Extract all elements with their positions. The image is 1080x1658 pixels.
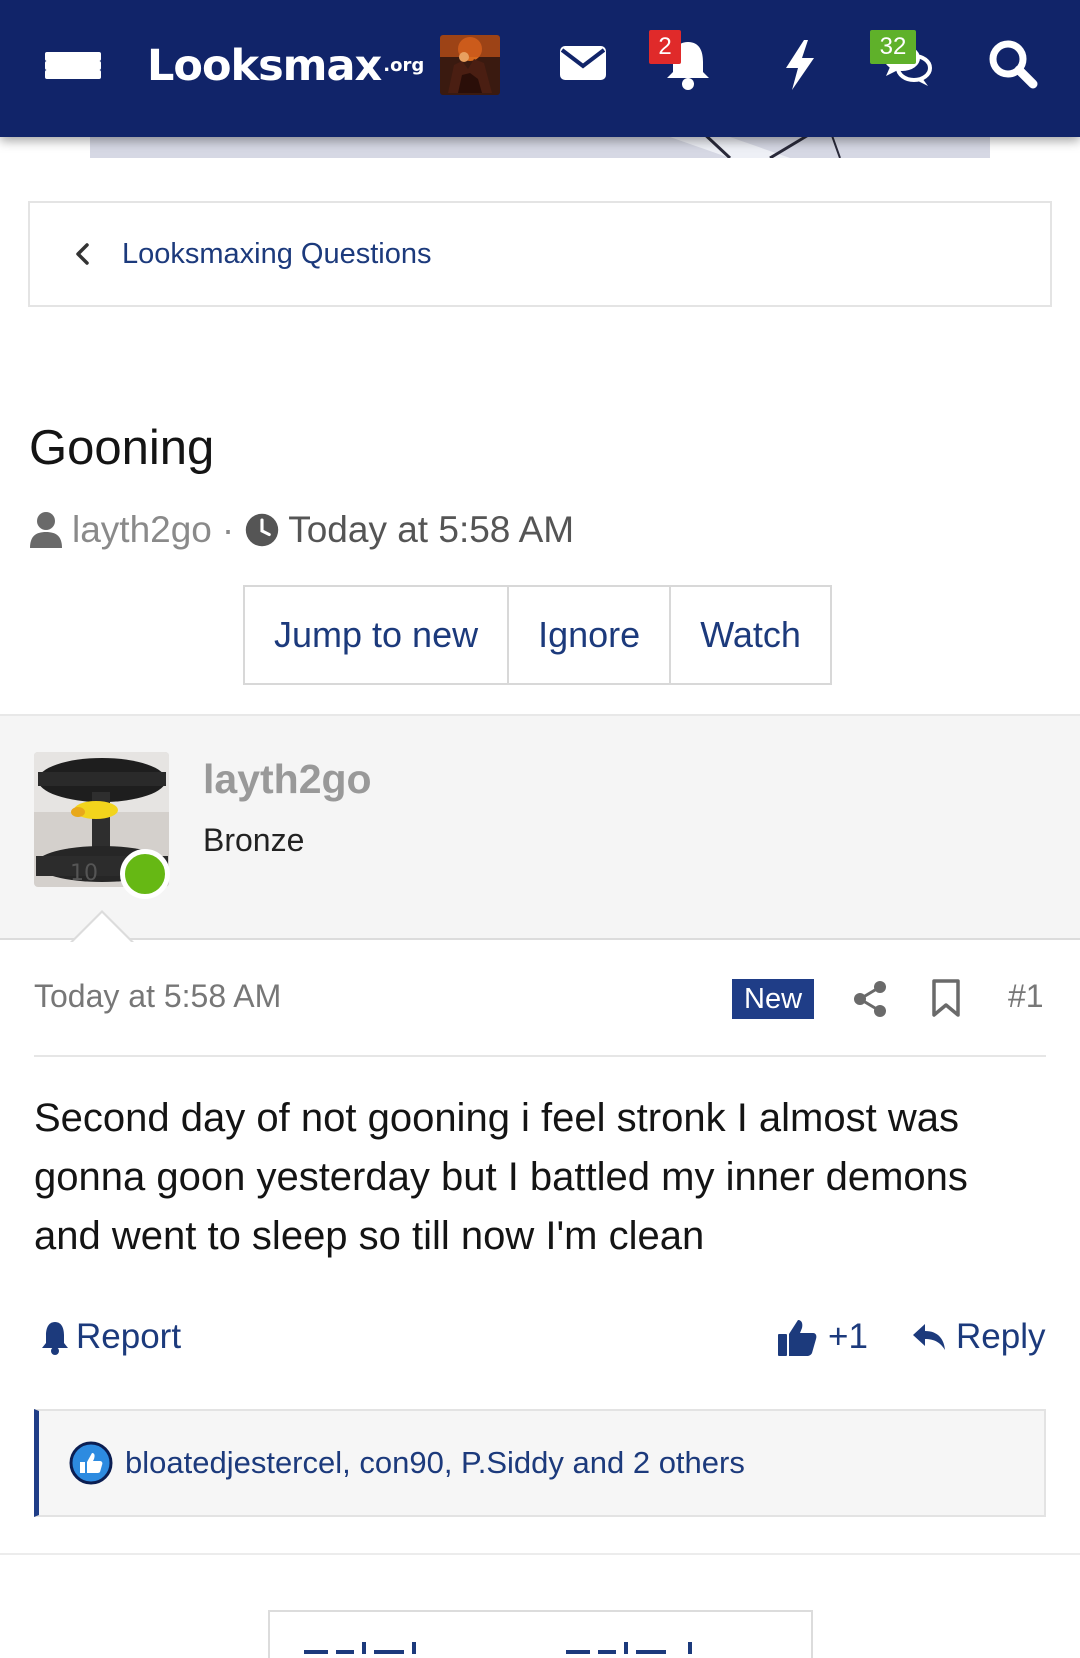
top-navigation-bar: Looksmax .org 2 32: [0, 0, 1080, 137]
logo-text: Looksmax: [147, 41, 382, 91]
report-label: Report: [76, 1317, 182, 1356]
thumbs-up-icon: [778, 1320, 817, 1356]
reply-icon: [913, 1324, 945, 1350]
menu-icon[interactable]: [44, 38, 102, 92]
breadcrumb-label[interactable]: Looksmaxing Questions: [122, 238, 432, 271]
breadcrumb[interactable]: Looksmaxing Questions: [28, 201, 1052, 307]
meta-separator: ·: [221, 509, 235, 550]
share-icon[interactable]: [852, 979, 888, 1019]
search-icon[interactable]: [983, 34, 1043, 94]
ignore-button[interactable]: Ignore: [507, 587, 670, 683]
reply-button[interactable]: Reply: [910, 1314, 1045, 1360]
new-badge: New: [732, 979, 815, 1019]
avatar[interactable]: [440, 35, 500, 95]
online-status-indicator: [120, 849, 170, 899]
user-rank: Bronze: [203, 822, 305, 858]
thread-meta: layth2go · Today at 5:58 AM: [28, 506, 574, 554]
site-logo[interactable]: Looksmax .org: [147, 36, 424, 96]
post-timestamp[interactable]: Today at 5:58 AM: [34, 978, 281, 1015]
reactions-text[interactable]: bloatedjestercel, con90, P.Siddy and 2 o…: [125, 1445, 745, 1481]
page-title: Gooning: [29, 421, 215, 475]
user-icon: [30, 512, 62, 548]
envelope-icon[interactable]: [555, 34, 615, 94]
alerts-count-badge[interactable]: 2: [649, 30, 681, 64]
bell-icon: [42, 1322, 68, 1355]
jump-to-new-button[interactable]: Jump to new: [245, 587, 508, 683]
user-block-pointer-fill: [72, 913, 132, 943]
conversations-count-badge[interactable]: 32: [870, 30, 916, 64]
reactions-bar[interactable]: bloatedjestercel, con90, P.Siddy and 2 o…: [34, 1409, 1046, 1517]
logo-tld: .org: [383, 55, 425, 76]
like-count: +1: [828, 1317, 868, 1356]
post-user-block: 10 layth2go Bronze: [0, 714, 1080, 940]
post-username[interactable]: layth2go: [203, 756, 372, 803]
divider: [34, 1055, 1046, 1057]
svg-text:10: 10: [70, 861, 98, 886]
like-reaction-icon: [69, 1441, 113, 1485]
thread-time[interactable]: Today at 5:58 AM: [288, 509, 574, 551]
truncated-text-fragment: [304, 1642, 692, 1654]
bookmark-icon[interactable]: [930, 978, 962, 1018]
report-button[interactable]: Report: [40, 1314, 181, 1360]
divider: [0, 1553, 1080, 1555]
post-content: Second day of not gooning i feel stronk …: [34, 1096, 968, 1258]
watch-button[interactable]: Watch: [669, 587, 830, 683]
chevron-left-icon: [76, 243, 89, 265]
thread-actions: Jump to new Ignore Watch: [243, 585, 832, 685]
post-number[interactable]: #1: [1008, 978, 1044, 1015]
reply-label: Reply: [956, 1317, 1046, 1356]
thread-author[interactable]: layth2go: [72, 509, 212, 551]
bolt-icon[interactable]: [770, 34, 830, 94]
like-button[interactable]: +1: [776, 1314, 868, 1360]
thread-navigation-box[interactable]: [268, 1610, 813, 1658]
clock-icon: [246, 513, 279, 547]
